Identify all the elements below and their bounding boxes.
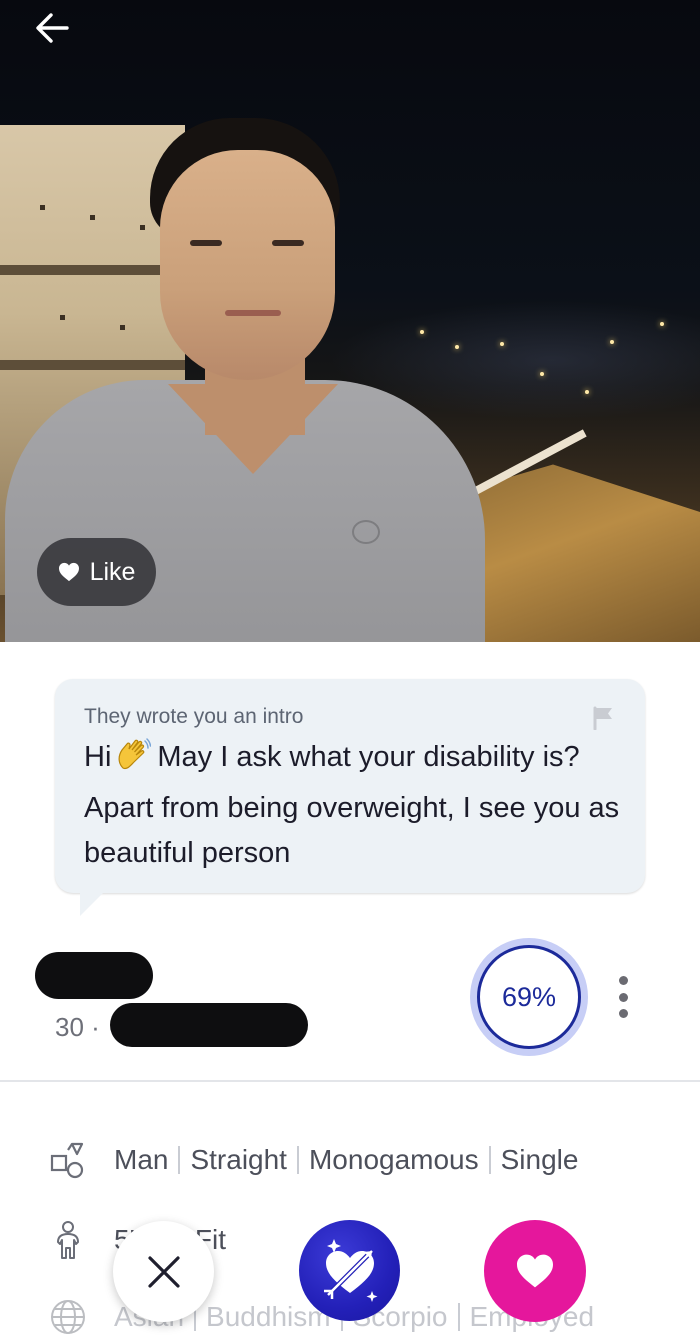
identity-details-row: Man Straight Monogamous Single [46, 1138, 578, 1182]
heart-arrow-icon [323, 1238, 377, 1302]
orientation-chip: Straight [190, 1144, 287, 1175]
shapes-icon [46, 1138, 90, 1182]
religion-chip: Buddhism [206, 1301, 331, 1332]
intro-text: Hi May I ask what your disability is? Ap… [84, 735, 624, 876]
profile-photo[interactable]: Like [0, 0, 700, 642]
like-photo-button[interactable]: Like [37, 538, 156, 606]
match-percentage: 69% [477, 945, 581, 1049]
more-vertical-icon [618, 976, 628, 985]
more-options-button[interactable] [614, 976, 632, 1018]
profile-age: 30 · [55, 1012, 100, 1042]
pass-button[interactable] [113, 1221, 214, 1322]
arrow-left-icon [36, 13, 69, 43]
eye [190, 240, 222, 246]
waving-hand-icon [115, 738, 152, 786]
heart-icon [517, 1254, 553, 1288]
redacted-location [110, 1003, 308, 1047]
report-button[interactable] [592, 706, 614, 735]
superlike-button[interactable] [299, 1220, 400, 1321]
mouth [225, 310, 281, 316]
redacted-name [35, 952, 153, 999]
flag-icon [593, 706, 612, 731]
like-button[interactable] [484, 1220, 586, 1322]
relationship-type-chip: Monogamous [308, 1144, 479, 1175]
eye [272, 240, 304, 246]
heart-icon [58, 562, 79, 582]
gender-chip: Man [114, 1144, 169, 1175]
face [160, 150, 335, 380]
intro-message-card: They wrote you an intro Hi May I ask wha… [55, 679, 645, 893]
match-percentage-badge[interactable]: 69% [470, 938, 588, 1056]
globe-icon [46, 1295, 90, 1339]
shirt-emblem [352, 520, 380, 544]
like-label: Like [89, 557, 136, 586]
identity-chips: Man Straight Monogamous Single [114, 1144, 578, 1176]
intro-greeting: Hi [84, 741, 112, 773]
person-icon [46, 1218, 90, 1262]
relationship-status-chip: Single [500, 1144, 579, 1175]
section-divider [0, 1080, 700, 1082]
back-button[interactable] [30, 10, 74, 46]
intro-heading: They wrote you an intro [84, 705, 304, 728]
close-icon [147, 1255, 180, 1288]
intro-message: May I ask what your disability is? Apart… [84, 741, 620, 869]
